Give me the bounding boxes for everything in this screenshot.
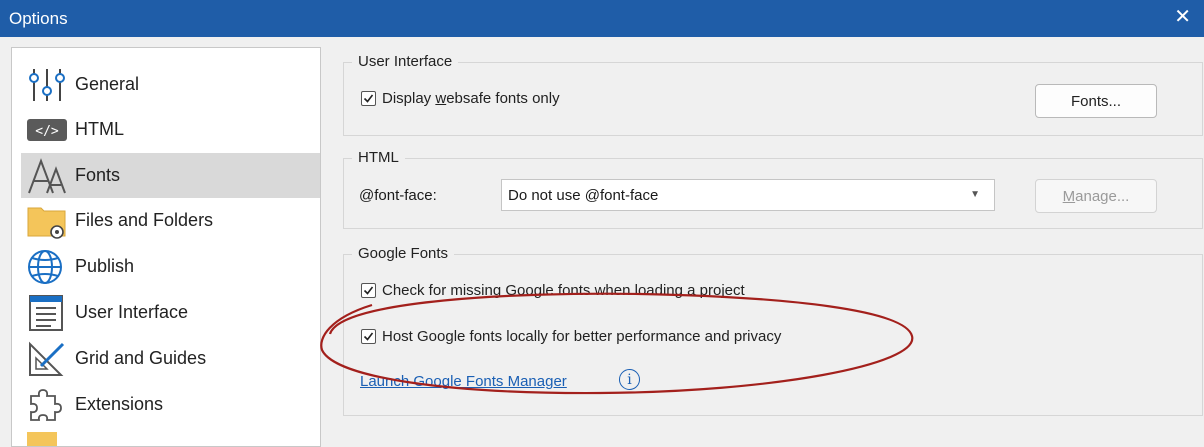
annotation-ellipse: [320, 292, 914, 395]
